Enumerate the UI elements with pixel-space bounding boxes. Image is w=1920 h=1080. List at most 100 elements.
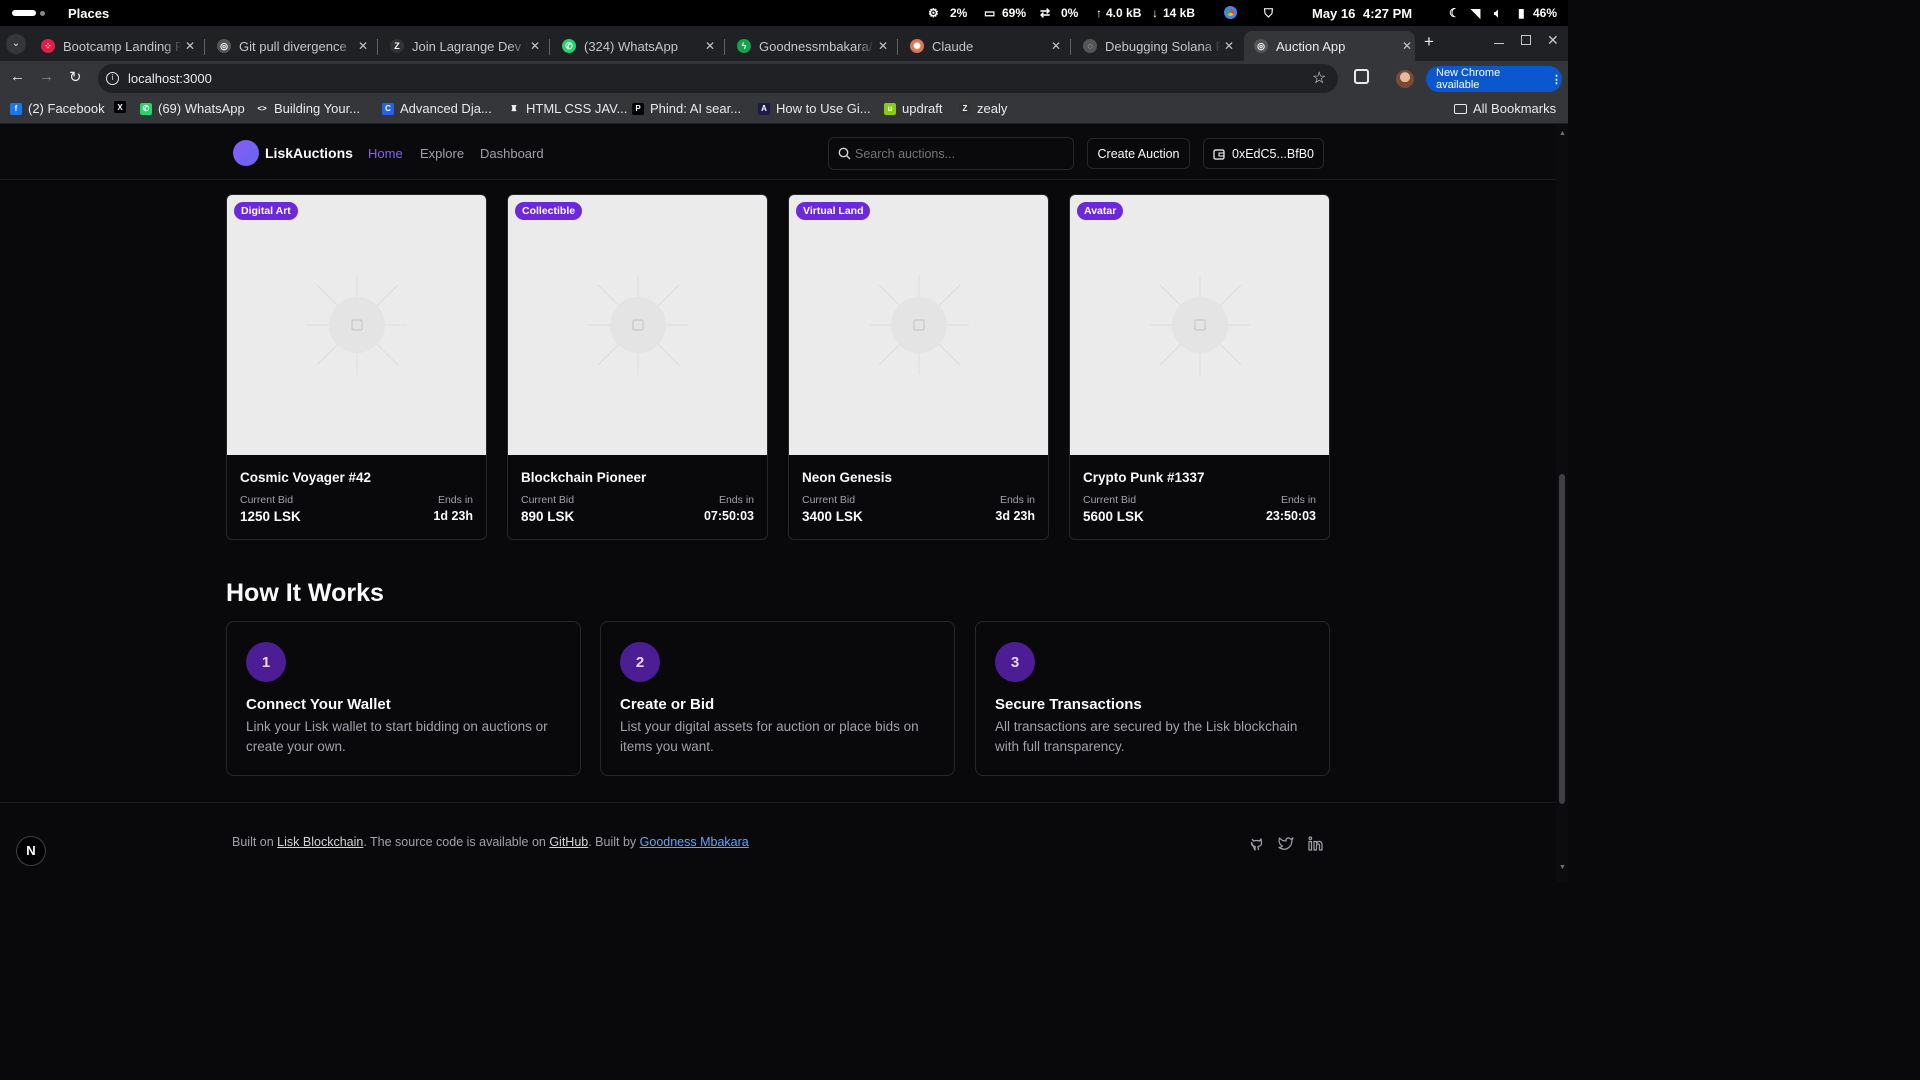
- current-bid-label: Current Bid: [1083, 494, 1137, 506]
- browser-tab[interactable]: ◎ Auction App ✕: [1244, 31, 1415, 61]
- scroll-up-arrow[interactable]: ▲: [1559, 130, 1566, 137]
- browser-tab[interactable]: ϟ Goodnessmbakara/✕: [731, 31, 891, 61]
- workspace-indicator[interactable]: [12, 10, 36, 16]
- bookmark-item[interactable]: <> Building Your...: [256, 101, 360, 116]
- time[interactable]: 4:27 PM: [1363, 6, 1412, 21]
- bookmark-item[interactable]: u updraft: [884, 101, 942, 116]
- search-input[interactable]: [855, 145, 1065, 163]
- browser-tab[interactable]: ✆ (324) WhatsApp ✕: [556, 31, 718, 61]
- ends-in-label: Ends in: [437, 494, 473, 506]
- nav-home[interactable]: Home: [368, 146, 403, 161]
- image-placeholder-icon: [307, 275, 407, 375]
- forward-icon[interactable]: →: [39, 68, 54, 85]
- all-bookmarks[interactable]: All Bookmarks: [1454, 101, 1556, 116]
- workspace-dot[interactable]: [40, 11, 45, 16]
- step-number: 1: [246, 642, 286, 682]
- lisk-blockchain-link[interactable]: Lisk Blockchain: [277, 835, 363, 849]
- tab-favicon-icon: Z: [390, 39, 404, 53]
- nextjs-dev-badge[interactable]: N: [16, 836, 46, 866]
- tab-separator: [377, 39, 378, 55]
- volume-icon[interactable]: 🔈︎: [1494, 6, 1501, 21]
- brand-name[interactable]: LiskAuctions: [265, 145, 353, 161]
- browser-tab[interactable]: Z Join Lagrange Dev | ✕: [384, 31, 543, 61]
- linkedin-icon[interactable]: [1308, 836, 1323, 851]
- auction-card[interactable]: Avatar Crypto Punk #1337 Current Bid Ends i…: [1069, 194, 1330, 540]
- chrome-update-button[interactable]: New Chrome available ⋮: [1426, 66, 1562, 92]
- url-text[interactable]: localhost:3000: [128, 71, 212, 86]
- date[interactable]: May 16: [1312, 6, 1355, 21]
- tab-favicon-icon: ⁘: [41, 39, 55, 53]
- wifi-icon[interactable]: ◥: [1471, 6, 1480, 20]
- bookmark-item[interactable]: ♜ HTML CSS JAV...: [508, 101, 627, 116]
- bookmark-item[interactable]: Zzealy: [959, 101, 1007, 116]
- browser-tab[interactable]: ◌ Debugging Solana P ✕: [1077, 31, 1237, 61]
- step-title: Connect Your Wallet: [246, 696, 391, 713]
- auction-image-placeholder[interactable]: [227, 195, 486, 455]
- tab-close-icon[interactable]: ✕: [702, 39, 718, 53]
- browser-tab[interactable]: ✺ Claude ✕: [904, 31, 1064, 61]
- auction-card[interactable]: Virtual Land Neon Genesis Current Bid Ends …: [788, 194, 1049, 540]
- bookmark-star-icon[interactable]: ☆: [1312, 68, 1326, 88]
- step-number: 3: [995, 642, 1035, 682]
- tab-close-icon[interactable]: ✕: [1048, 39, 1064, 53]
- nav-dashboard[interactable]: Dashboard: [480, 146, 544, 161]
- places-menu[interactable]: Places: [68, 6, 109, 21]
- page-scrollbar[interactable]: ▲ ▼: [1556, 124, 1568, 882]
- bookmark-item[interactable]: P Phind: AI sear...: [632, 101, 741, 116]
- auction-card[interactable]: Digital Art Cosmic Voyager #42 Current Bid…: [226, 194, 487, 540]
- browser-tab[interactable]: ⁘ Bootcamp Landing P ✕: [35, 31, 198, 61]
- scrollbar-thumb[interactable]: [1559, 474, 1565, 804]
- bookmark-label: (2) Facebook: [28, 101, 105, 116]
- current-bid-label: Current Bid: [521, 494, 575, 506]
- twitter-icon[interactable]: [1278, 836, 1294, 851]
- current-bid-label: Current Bid: [802, 494, 856, 506]
- github-icon[interactable]: [1249, 836, 1264, 851]
- tab-close-icon[interactable]: ✕: [355, 39, 371, 53]
- browser-tab[interactable]: ◎ Git pull divergence ✕: [211, 31, 371, 61]
- auction-image-placeholder[interactable]: [789, 195, 1048, 455]
- auction-image-placeholder[interactable]: [508, 195, 767, 455]
- tab-close-icon[interactable]: ✕: [875, 39, 891, 53]
- site-info-icon[interactable]: i: [106, 72, 119, 85]
- tab-close-icon[interactable]: ✕: [1399, 39, 1415, 53]
- wallet-button[interactable]: 0xEdC5...BfB0: [1203, 138, 1324, 169]
- back-icon[interactable]: ←: [10, 68, 25, 85]
- step-description: All transactions are secured by the Lisk…: [995, 719, 1298, 754]
- profile-avatar[interactable]: [1396, 70, 1414, 88]
- brand-logo[interactable]: [233, 140, 259, 166]
- nav-explore[interactable]: Explore: [420, 146, 464, 161]
- close-window-icon[interactable]: ✕: [1547, 32, 1559, 49]
- extensions-icon[interactable]: [1354, 69, 1369, 84]
- shield-tray-icon[interactable]: ⛉: [1264, 6, 1273, 21]
- new-tab-button[interactable]: +: [1424, 32, 1434, 52]
- reload-icon[interactable]: ↻: [69, 68, 82, 86]
- auction-card[interactable]: Collectible Blockchain Pioneer Current Bid…: [507, 194, 768, 540]
- bookmark-item[interactable]: A How to Use Gi...: [758, 101, 871, 116]
- auction-image-placeholder[interactable]: [1070, 195, 1329, 455]
- scroll-down-arrow[interactable]: ▼: [1559, 864, 1566, 871]
- bookmark-item[interactable]: ✆ (69) WhatsApp: [140, 101, 245, 116]
- how-it-works-heading: How It Works: [226, 579, 384, 607]
- create-auction-button[interactable]: Create Auction: [1087, 138, 1190, 169]
- tab-close-icon[interactable]: ✕: [527, 39, 543, 53]
- bookmark-item[interactable]: f (2) Facebook: [10, 101, 105, 116]
- bookmark-item[interactable]: X: [114, 101, 132, 113]
- tab-favicon-icon: ϟ: [737, 39, 751, 53]
- restore-icon[interactable]: [1521, 35, 1531, 45]
- chrome-tray-icon[interactable]: [1224, 6, 1237, 19]
- battery-level[interactable]: 46%: [1533, 6, 1557, 20]
- minimize-icon[interactable]: [1494, 43, 1504, 44]
- app-header: LiskAuctions Home Explore Dashboard Crea…: [0, 124, 1556, 180]
- tab-close-icon[interactable]: ✕: [1221, 39, 1237, 53]
- bookmark-item[interactable]: C Advanced Dja...: [382, 101, 492, 116]
- tab-close-icon[interactable]: ✕: [182, 39, 198, 53]
- battery-icon[interactable]: ▮: [1518, 6, 1525, 20]
- ends-in-label: Ends in: [999, 494, 1035, 506]
- search-box[interactable]: [828, 137, 1074, 170]
- tab-search-button[interactable]: ⌄: [6, 34, 26, 54]
- author-link[interactable]: Goodness Mbakara: [640, 835, 749, 849]
- address-bar[interactable]: i localhost:3000 ☆: [98, 64, 1338, 93]
- night-mode-icon[interactable]: ☾: [1449, 6, 1460, 20]
- github-link[interactable]: GitHub: [549, 835, 588, 849]
- kebab-menu-icon[interactable]: ⋮: [1551, 73, 1562, 86]
